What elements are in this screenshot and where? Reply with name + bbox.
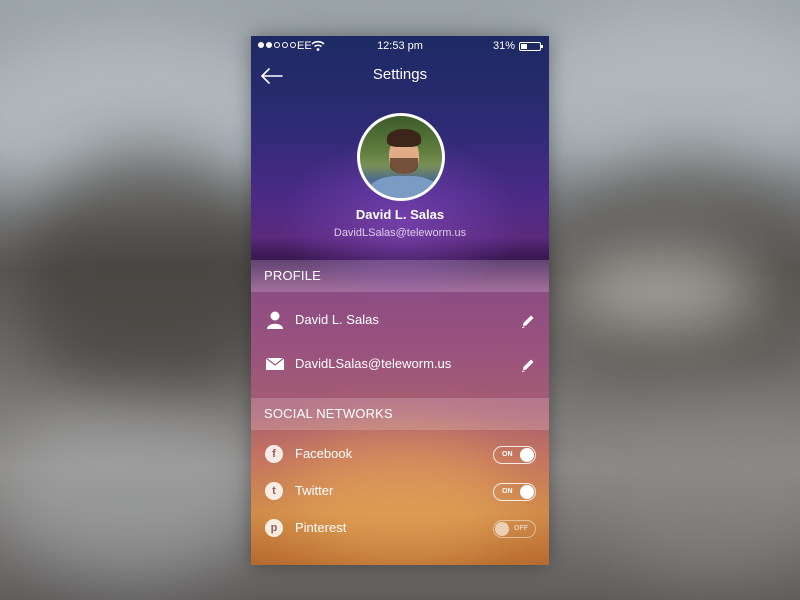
envelope-icon: [265, 357, 285, 370]
profile-name: David L. Salas: [355, 207, 445, 222]
profile-name-value: David L. Salas: [295, 312, 379, 327]
battery-percentage: 31%: [492, 40, 515, 52]
pencil-icon[interactable]: [520, 357, 536, 373]
social-row-facebook[interactable]: f Facebook ON: [251, 435, 549, 473]
page-title: Settings: [372, 66, 428, 83]
profile-email-row[interactable]: DavidLSalas@teleworm.us: [251, 345, 549, 383]
avatar[interactable]: [357, 113, 445, 201]
section-header-social-networks: SOCIAL NETWORKS: [251, 398, 549, 430]
phone-screen: EE 12:53 pm 31% Settings David L. Salas …: [251, 36, 549, 565]
navigation-bar: Settings: [251, 64, 549, 88]
section-header-profile: PROFILE: [251, 260, 549, 292]
social-row-pinterest[interactable]: p Pinterest OFF: [251, 509, 549, 547]
profile-name-row[interactable]: David L. Salas: [251, 301, 549, 339]
twitter-icon: t: [265, 482, 283, 500]
battery-icon: [519, 42, 543, 51]
toggle-state: ON: [502, 488, 513, 495]
profile-email: DavidLSalas@teleworm.us: [333, 227, 467, 239]
toggle-state: ON: [502, 451, 513, 458]
social-label-facebook: Facebook: [295, 446, 353, 461]
facebook-icon: f: [265, 445, 283, 463]
pinterest-toggle[interactable]: OFF: [493, 520, 536, 538]
user-icon: [267, 311, 283, 329]
pinterest-icon: p: [265, 519, 283, 537]
facebook-toggle[interactable]: ON: [493, 446, 536, 464]
toggle-state: OFF: [514, 525, 528, 532]
social-row-twitter[interactable]: t Twitter ON: [251, 472, 549, 510]
twitter-toggle[interactable]: ON: [493, 483, 536, 501]
pencil-icon[interactable]: [520, 313, 536, 329]
status-bar: EE 12:53 pm 31%: [251, 36, 549, 56]
profile-email-value: DavidLSalas@teleworm.us: [295, 356, 452, 371]
social-label-pinterest: Pinterest: [295, 520, 347, 535]
social-label-twitter: Twitter: [295, 483, 334, 498]
